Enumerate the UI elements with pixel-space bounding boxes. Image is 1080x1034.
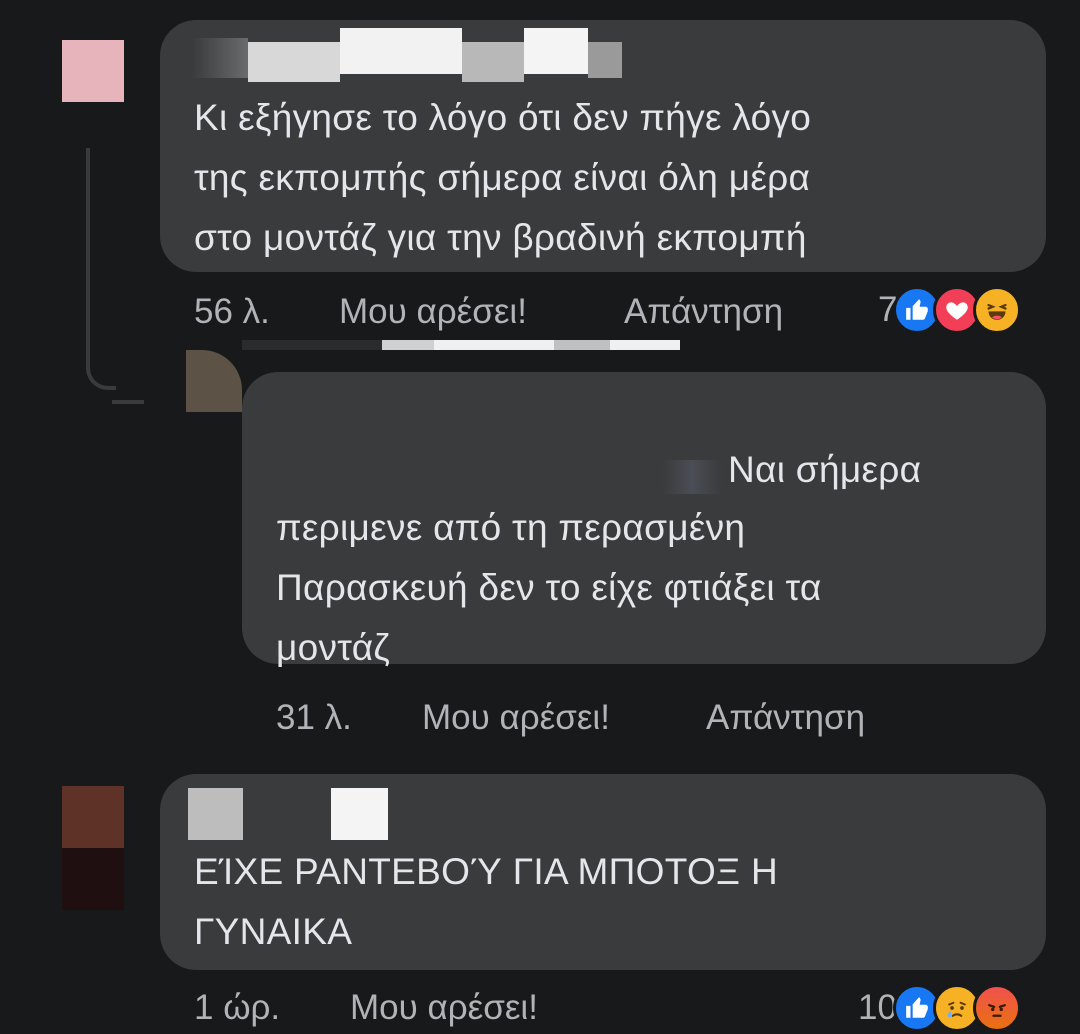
like-button[interactable]: Μου αρέσει!: [422, 698, 610, 738]
reaction-count: 10: [858, 988, 897, 1027]
haha-icon: [973, 286, 1022, 334]
author-name-redacted-strip: [242, 340, 712, 350]
author-name-redacted[interactable]: [192, 28, 762, 82]
comment-time[interactable]: 56 λ.: [194, 292, 270, 331]
comment-bubble: Ναι σήμερα περιμενε από τη περασμένη Παρ…: [242, 372, 1046, 668]
comment-bubble: Κι εξήγησε το λόγο ότι δεν πήγε λόγο της…: [160, 20, 1046, 272]
comment-time[interactable]: 31 λ.: [276, 698, 352, 738]
comment-text: ΕΊΧΕ ΡΑΝΤΕΒΟΎ ΓΙΑ ΜΠΟΤΟΞ Η ΓΥΝΑΙΚΑ: [194, 851, 778, 952]
comment-text: Κι εξήγησε το λόγο ότι δεν πήγε λόγο της…: [194, 97, 812, 258]
comment-meta: 56 λ.: [194, 292, 270, 332]
author-name-redacted[interactable]: [188, 788, 388, 840]
comment-text-first-line: Ναι σήμερα: [728, 449, 922, 490]
comment-text: περιμενε από τη περασμένη Παρασκευή δεν …: [276, 507, 822, 668]
avatar[interactable]: [186, 350, 242, 412]
like-button[interactable]: Μου αρέσει!: [339, 292, 527, 332]
author-name-redacted[interactable]: [662, 460, 722, 494]
angry-icon: [972, 984, 1021, 1032]
thread-line: [86, 148, 90, 370]
reply-button[interactable]: Απάντηση: [706, 698, 865, 738]
comment-bubble: ΕΊΧΕ ΡΑΝΤΕΒΟΎ ΓΙΑ ΜΠΟΤΟΞ Η ΓΥΝΑΙΚΑ: [160, 774, 1046, 970]
comment-time[interactable]: 1 ώρ.: [194, 988, 280, 1028]
avatar[interactable]: [62, 40, 124, 102]
reply-button[interactable]: Απάντηση: [624, 292, 783, 332]
reaction-summary[interactable]: 7: [878, 286, 1022, 334]
like-button[interactable]: Μου αρέσει!: [350, 988, 538, 1028]
avatar[interactable]: [62, 786, 124, 910]
thread-line-corner: [86, 352, 116, 390]
thread-line-tail: [112, 400, 144, 404]
reaction-summary[interactable]: 10: [858, 984, 1021, 1032]
